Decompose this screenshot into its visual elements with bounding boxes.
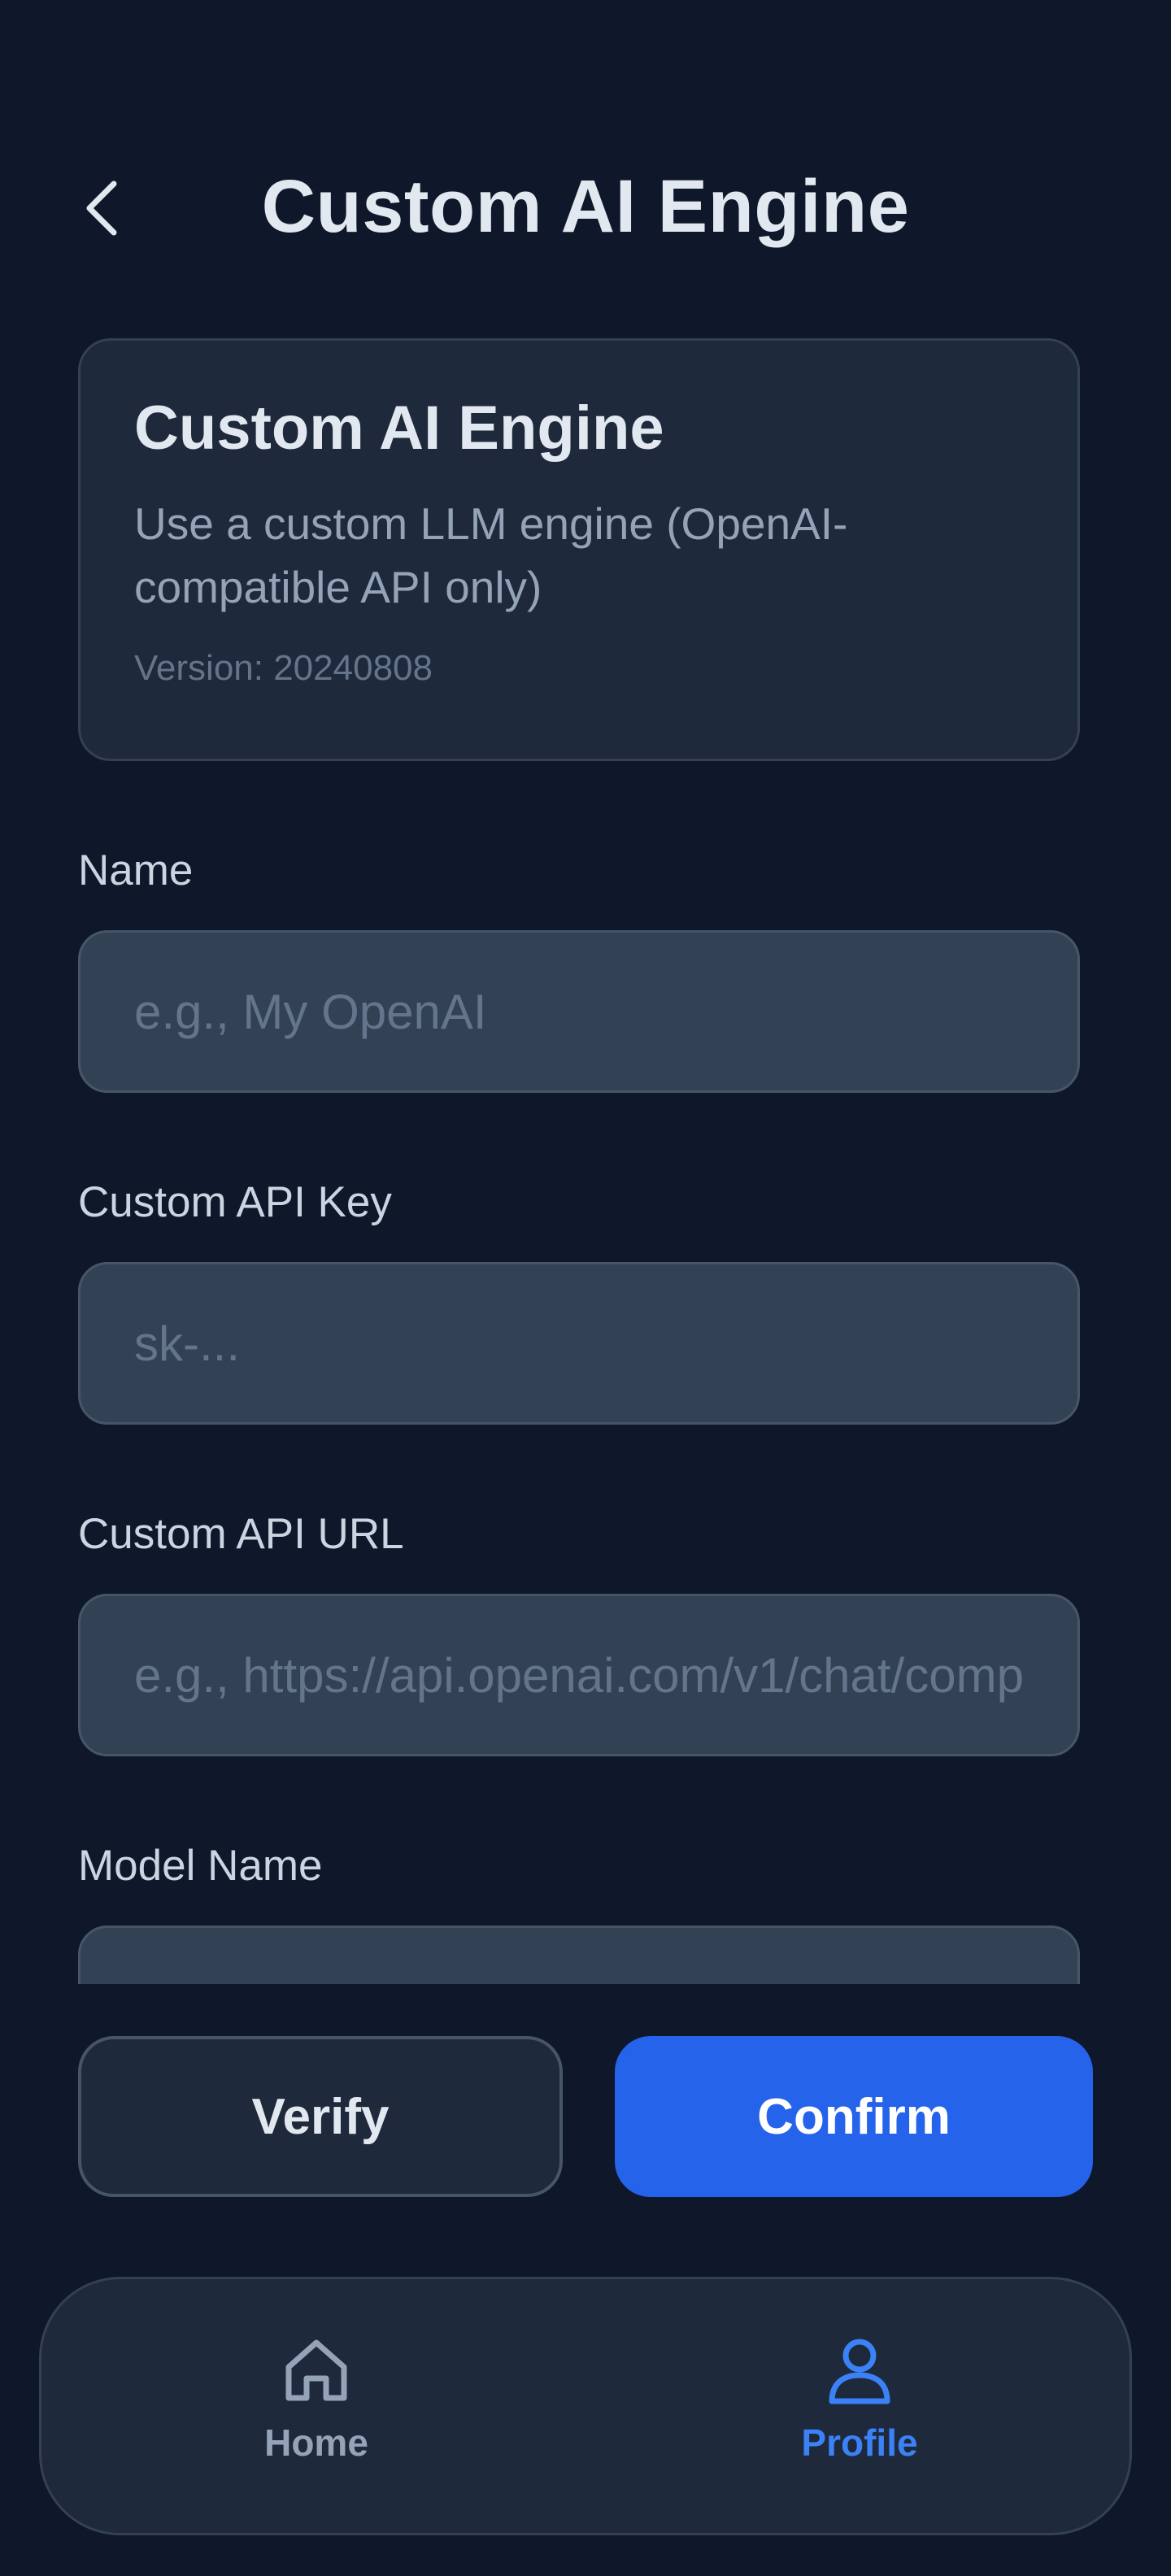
api-url-label: Custom API URL: [78, 1510, 404, 1558]
api-key-label: Custom API Key: [78, 1178, 392, 1226]
nav-item-home[interactable]: Home: [194, 2336, 438, 2482]
page-title-text: Custom AI Engine: [261, 165, 910, 248]
engine-version: Version: 20240808: [134, 648, 433, 688]
model-name-input[interactable]: [134, 1978, 1024, 1984]
header: Custom AI Engine: [0, 154, 1171, 260]
api-key-field[interactable]: [78, 1262, 1080, 1425]
engine-info-card: Custom AI Engine Use a custom LLM engine…: [78, 338, 1080, 761]
api-url-input[interactable]: [134, 1647, 1024, 1704]
verify-button[interactable]: Verify: [78, 2036, 563, 2197]
nav-profile-label: Profile: [801, 2422, 918, 2464]
form-scroll-area[interactable]: Custom AI Engine Custom AI Engine Use a …: [0, 0, 1171, 1984]
user-icon: [829, 2339, 890, 2404]
bottom-nav: Home Profile: [39, 2277, 1132, 2535]
model-name-field[interactable]: [78, 1925, 1080, 1984]
engine-title: Custom AI Engine: [134, 394, 664, 463]
home-icon: [285, 2339, 347, 2401]
api-key-input[interactable]: [134, 1315, 1024, 1372]
confirm-button[interactable]: Confirm: [615, 2036, 1093, 2197]
model-name-label: Model Name: [78, 1842, 323, 1890]
name-field[interactable]: [78, 930, 1080, 1093]
nav-item-profile[interactable]: Profile: [738, 2336, 982, 2482]
page-title: Custom AI Engine: [0, 164, 1171, 250]
name-input[interactable]: [134, 983, 1024, 1040]
name-label: Name: [78, 846, 194, 894]
custom-ai-engine-screen: Custom AI Engine Custom AI Engine Use a …: [0, 0, 1171, 2576]
nav-home-label: Home: [264, 2422, 368, 2464]
api-url-field[interactable]: [78, 1594, 1080, 1756]
engine-description: Use a custom LLM engine (OpenAI-compatib…: [134, 498, 848, 612]
